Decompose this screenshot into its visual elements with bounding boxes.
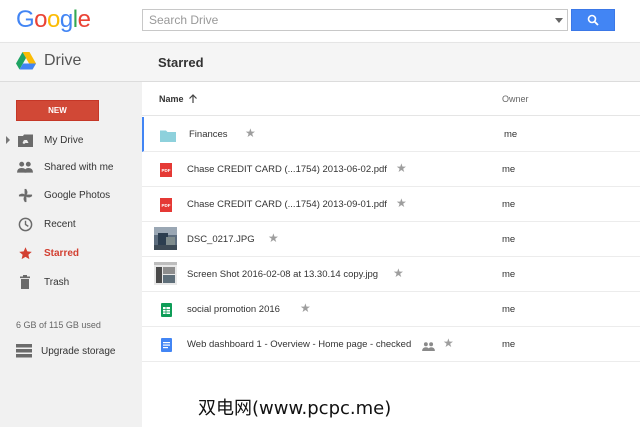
star-icon: [17, 245, 33, 261]
table-row[interactable]: social promotion 2016 ★ me: [142, 292, 640, 327]
table-row[interactable]: PDF Chase CREDIT CARD (...1754) 2013-06-…: [142, 152, 640, 187]
star-icon[interactable]: ★: [393, 267, 404, 279]
sidebar-item-recent[interactable]: Recent: [0, 211, 142, 237]
image-thumbnail: [154, 227, 177, 250]
sidebar-item-my-drive[interactable]: My Drive: [0, 127, 142, 153]
pdf-badge: PDF: [162, 203, 171, 208]
file-owner: me: [502, 269, 516, 280]
shared-people-icon: [422, 338, 435, 356]
pdf-badge: PDF: [162, 168, 171, 173]
star-icon[interactable]: ★: [396, 197, 407, 209]
sidebar-item-trash[interactable]: Trash: [0, 269, 142, 295]
app-name: Drive: [44, 52, 82, 69]
list-header: Name Owner: [142, 82, 640, 116]
docs-icon: [158, 337, 174, 353]
star-icon[interactable]: ★: [245, 127, 256, 139]
sidebar-item-label: Starred: [44, 247, 80, 259]
file-name: Chase CREDIT CARD (...1754) 2013-06-02.p…: [187, 164, 387, 175]
file-owner: me: [504, 129, 518, 140]
search-button[interactable]: [571, 9, 615, 31]
file-name: social promotion 2016: [187, 304, 280, 315]
drive-brand[interactable]: Drive: [16, 52, 81, 70]
file-name: Web dashboard 1 - Overview - Home page -…: [187, 339, 412, 350]
file-list: Name Owner Finances ★ me PDF Chase CREDI…: [142, 82, 640, 427]
storage-quota: 6 GB of 115 GB used: [16, 320, 101, 330]
storage-icon: [16, 344, 32, 363]
photos-pinwheel-icon: [17, 187, 33, 203]
file-owner: me: [502, 304, 516, 315]
sidebar-item-label: My Drive: [44, 134, 84, 146]
pdf-icon: PDF: [158, 197, 174, 213]
watermark-text: 双电网(www.pcpc.me): [198, 398, 392, 419]
file-name: Chase CREDIT CARD (...1754) 2013-09-01.p…: [187, 199, 387, 210]
name-column-header[interactable]: Name: [159, 94, 198, 104]
table-row[interactable]: Finances ★ me: [142, 117, 640, 152]
sheets-icon: [158, 302, 174, 318]
table-row[interactable]: Web dashboard 1 - Overview - Home page -…: [142, 327, 640, 362]
sidebar: NEW My Drive Shared with me Google Photo…: [0, 82, 142, 427]
table-row[interactable]: PDF Chase CREDIT CARD (...1754) 2013-09-…: [142, 187, 640, 222]
sidebar-item-google-photos[interactable]: Google Photos: [0, 182, 142, 208]
upgrade-storage-link[interactable]: Upgrade storage: [0, 340, 142, 364]
sidebar-item-shared-with-me[interactable]: Shared with me: [0, 154, 142, 180]
sidebar-item-label: Google Photos: [44, 189, 111, 201]
expand-arrow-icon[interactable]: [6, 136, 10, 144]
star-icon[interactable]: ★: [300, 302, 311, 314]
file-owner: me: [502, 164, 516, 175]
star-icon[interactable]: ★: [396, 162, 407, 174]
search-options-dropdown-icon[interactable]: [555, 18, 563, 23]
logo-letter: o: [34, 6, 48, 33]
logo-letter: G: [16, 6, 35, 33]
people-icon: [17, 159, 33, 175]
file-name: DSC_0217.JPG: [187, 234, 255, 245]
arrow-up-icon: [188, 94, 197, 103]
logo-letter: e: [77, 6, 91, 33]
new-button[interactable]: NEW: [16, 100, 99, 121]
search-box: [142, 9, 568, 31]
file-name: Finances: [189, 129, 228, 140]
page-title: Starred: [158, 55, 204, 70]
table-row[interactable]: DSC_0217.JPG ★ me: [142, 222, 640, 257]
pdf-icon: PDF: [158, 162, 174, 178]
app-header: Drive Starred: [0, 42, 640, 82]
file-name: Screen Shot 2016-02-08 at 13.30.14 copy.…: [187, 269, 379, 280]
search-input[interactable]: [143, 10, 543, 30]
drive-logo-icon: [16, 52, 36, 70]
upgrade-storage-label: Upgrade storage: [41, 346, 116, 357]
clock-icon: [17, 216, 33, 232]
owner-column-header[interactable]: Owner: [502, 94, 529, 104]
google-logo[interactable]: Google: [16, 6, 91, 34]
file-owner: me: [502, 199, 516, 210]
top-bar: Google: [0, 0, 640, 42]
logo-letter: g: [59, 6, 73, 33]
star-icon[interactable]: ★: [443, 337, 454, 349]
trash-icon: [17, 274, 33, 290]
sidebar-item-label: Recent: [44, 218, 76, 230]
sidebar-item-label: Shared with me: [44, 161, 114, 173]
search-icon: [587, 14, 599, 26]
sidebar-item-label: Trash: [44, 276, 70, 288]
name-column-label: Name: [159, 94, 184, 104]
file-owner: me: [502, 339, 516, 350]
sidebar-item-starred[interactable]: Starred: [0, 240, 142, 266]
logo-letter: o: [47, 6, 60, 33]
image-thumbnail: [154, 262, 177, 285]
star-icon[interactable]: ★: [268, 232, 279, 244]
file-owner: me: [502, 234, 516, 245]
table-row[interactable]: Screen Shot 2016-02-08 at 13.30.14 copy.…: [142, 257, 640, 292]
my-drive-icon: [17, 132, 33, 148]
folder-icon: [160, 127, 176, 143]
